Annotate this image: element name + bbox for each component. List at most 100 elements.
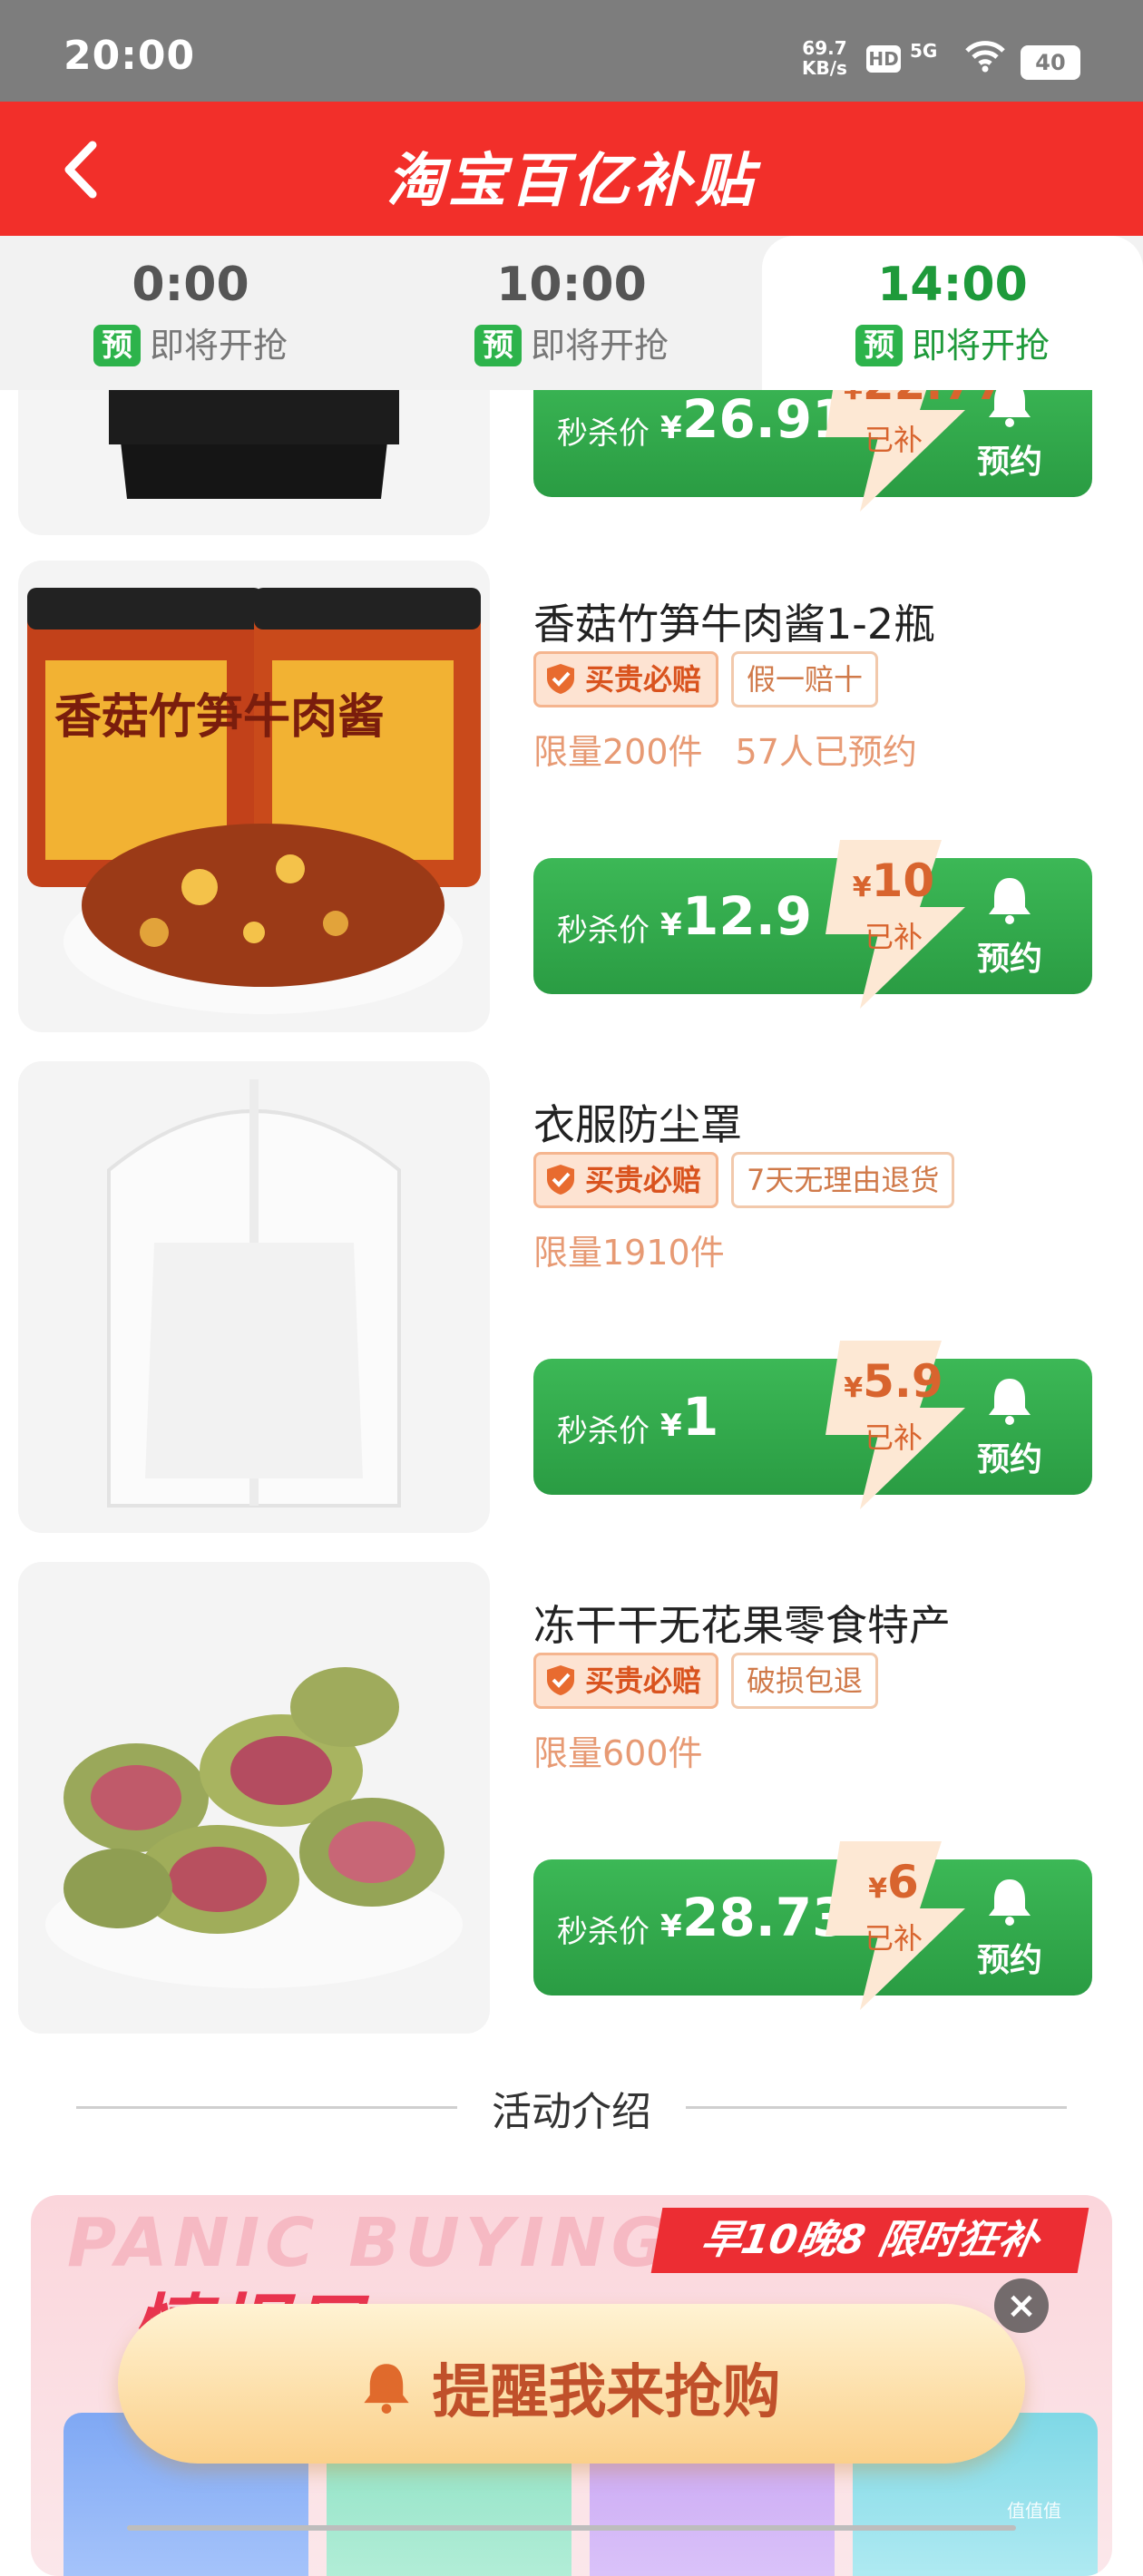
wifi-icon [965,40,1005,76]
watermark: 值值值 [1007,2500,1061,2522]
reserve-button[interactable]: 预约 [960,1375,1060,1480]
hd-icon: HD [866,45,901,73]
product-title: 香菇竹笋牛肉酱1-2瓶 [533,600,936,649]
product-list: 秒杀价 ¥ 26.91 ¥22.77 已补 预约 [0,390,1143,2050]
product-title: 衣服防尘罩 [533,1100,742,1149]
reserve-button[interactable]: 预约 [960,874,1060,980]
jar-label-text: 香菇竹笋牛肉酱 [54,690,385,745]
price-guarantee-tag: 买贵必赔 [533,1152,719,1208]
subsidy-amount: ¥22.77 [844,390,1006,410]
price-label: 秒杀价 [557,1914,650,1950]
product-card[interactable]: 秒杀价 ¥ 26.91 ¥22.77 已补 预约 [0,390,1143,535]
tab-status: 预即将开抢 [0,317,381,367]
reserve-label: 预约 [976,444,1042,481]
currency-symbol: ¥ [660,907,682,943]
product-image-black-shirt [18,390,490,535]
reserve-button[interactable]: 预约 [960,1876,1060,1981]
currency-symbol: ¥ [660,1408,682,1444]
tab-status-text: 即将开抢 [911,326,1050,366]
network-speed-unit: KB/s [802,57,847,79]
subsidy-text: 已补 [864,1420,923,1455]
reserve-button[interactable]: 预约 [960,390,1060,483]
service-tag: 破损包退 [731,1653,879,1709]
reserve-label: 预约 [976,1441,1042,1478]
status-bar: 20:00 69.7 KB/s HD 5G 40 [0,0,1143,102]
seckill-price: 12.9 [682,885,813,947]
subsidy-text: 已补 [864,423,923,457]
limit-text: 限量200件 [533,732,703,772]
tab-1400[interactable]: 14:00 预即将开抢 [762,236,1143,390]
page-title: 淘宝百亿补贴 [386,148,757,215]
stock-limit: 限量1910件 [533,1225,725,1274]
tab-status: 预即将开抢 [762,317,1143,367]
banner-ribbon: 早10晚8 限时狂补 [650,2208,1089,2273]
bell-icon [989,1379,1031,1425]
price-bar: 秒杀价 ¥ 1 ¥5.9 已补 预约 [533,1341,1092,1509]
currency-symbol: ¥ [660,1908,682,1945]
tab-status-text: 即将开抢 [530,326,669,366]
product-card[interactable]: 衣服防尘罩 买贵必赔 7天无理由退货 限量1910件 秒杀价 ¥ 1 ¥5.9 已… [0,1061,1143,1533]
product-tags: 买贵必赔 假一赔十 [533,651,879,707]
tab-status: 预即将开抢 [381,317,762,367]
price-bar: 秒杀价 ¥ 12.9 ¥10 已补 预约 [533,840,1092,1009]
product-card[interactable]: 冻干干无花果零食特产 买贵必赔 破损包退 限量600件 秒杀价 ¥ 28.73 ¥… [0,1562,1143,2034]
product-tags: 买贵必赔 破损包退 [533,1653,879,1709]
product-image-dust-cover [18,1061,490,1533]
subsidy-badge: ¥5.9 已补 [806,1335,978,1513]
network-speed-value: 69.7 [802,37,847,59]
preorder-badge: 预 [93,325,141,366]
subsidy-amount: ¥10 [852,854,935,907]
preorder-badge: 预 [474,325,522,366]
price-label: 秒杀价 [557,415,650,452]
network-speed: 69.7 KB/s [802,38,847,78]
product-image-dried-figs [18,1562,490,2034]
bell-icon [989,878,1031,924]
session-tabs: 0:00 预即将开抢 10:00 预即将开抢 14:00 预即将开抢 [0,236,1143,390]
limit-text: 限量1910件 [533,1233,725,1273]
close-icon[interactable]: × [994,2278,1049,2333]
subsidy-text: 已补 [864,920,923,954]
product-card[interactable]: 香菇竹笋牛肉酱 香菇竹笋牛肉酱1-2瓶 买贵必赔 假一赔十 限量200件 57人已预… [0,561,1143,1032]
price-label: 秒杀价 [557,1413,650,1449]
reserve-label: 预约 [976,941,1042,978]
section-divider: 活动介绍 [0,2070,1143,2142]
tab-time: 0:00 [132,258,249,312]
tab-time: 14:00 [877,258,1028,312]
product-title: 冻干干无花果零食特产 [533,1601,951,1650]
service-tag: 假一赔十 [731,651,879,707]
price-label: 秒杀价 [557,912,650,949]
tab-1000[interactable]: 10:00 预即将开抢 [381,236,762,390]
tab-0000[interactable]: 0:00 预即将开抢 [0,236,381,390]
tab-status-text: 即将开抢 [149,326,288,366]
subsidy-badge: ¥22.77 已补 [806,390,1006,515]
service-tag: 7天无理由退货 [731,1152,955,1208]
app-header: 淘宝百亿补贴 [0,102,1143,236]
shield-check-icon [547,1665,574,1695]
subsidy-amount: ¥6 [868,1856,919,1908]
status-time: 20:00 [64,33,196,79]
price-guarantee-tag: 买贵必赔 [533,651,719,707]
bell-icon [364,2364,410,2414]
remind-me-label: 提醒我来抢购 [432,2359,781,2426]
subsidy-amount: ¥5.9 [844,1355,943,1408]
stock-limit: 限量600件 [533,1725,703,1775]
stock-limit: 限量200件 57人已预约 [533,724,917,774]
tab-time: 10:00 [496,258,647,312]
limit-text: 限量600件 [533,1733,703,1773]
shield-check-icon [547,664,574,694]
shield-check-icon [547,1165,574,1195]
home-indicator [127,2525,1016,2531]
product-image-beef-sauce: 香菇竹笋牛肉酱 [18,561,490,1032]
seckill-price: 1 [682,1386,719,1448]
remind-me-button[interactable]: 提醒我来抢购 [118,2304,1025,2464]
signal-5g-icon: 5G [910,40,938,62]
price-guarantee-tag: 买贵必赔 [533,1653,719,1709]
price-bar: 秒杀价 ¥ 28.73 ¥6 已补 预约 [533,1841,1092,2010]
currency-symbol: ¥ [660,410,682,446]
subsidy-badge: ¥10 已补 [806,834,978,1012]
bell-icon [989,1879,1031,1926]
reserve-label: 预约 [976,1942,1042,1979]
subsidy-badge: ¥6 已补 [806,1836,978,2014]
price-bar: 秒杀价 ¥ 26.91 ¥22.77 已补 预约 [533,390,1092,512]
subsidy-text: 已补 [864,1921,923,1956]
